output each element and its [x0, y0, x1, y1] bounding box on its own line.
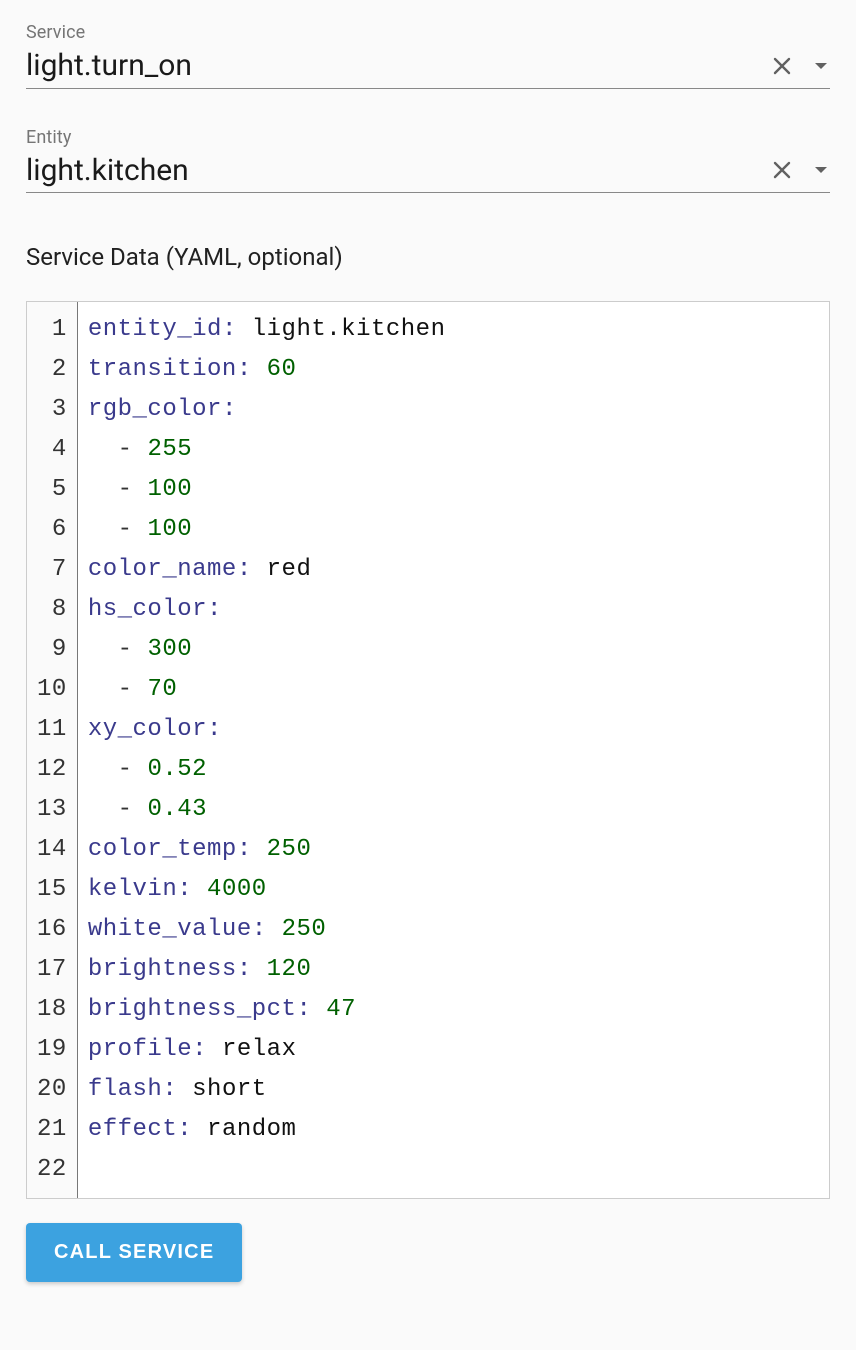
entity-label: Entity: [26, 127, 770, 148]
code-line[interactable]: - 100: [88, 470, 819, 510]
code-line[interactable]: - 300: [88, 630, 819, 670]
line-number: 4: [37, 430, 71, 470]
line-number: 18: [37, 990, 71, 1030]
call-service-button[interactable]: CALL SERVICE: [26, 1223, 242, 1282]
entity-field: Entity: [26, 127, 830, 194]
code-line[interactable]: brightness: 120: [88, 950, 819, 990]
line-number: 12: [37, 750, 71, 790]
line-number: 16: [37, 910, 71, 950]
code-line[interactable]: [88, 1150, 819, 1190]
line-number: 9: [37, 630, 71, 670]
code-line[interactable]: rgb_color:: [88, 390, 819, 430]
code-body[interactable]: entity_id: light.kitchentransition: 60rg…: [78, 302, 829, 1198]
line-number: 20: [37, 1070, 71, 1110]
line-number: 21: [37, 1110, 71, 1150]
code-line[interactable]: transition: 60: [88, 350, 819, 390]
code-line[interactable]: - 0.43: [88, 790, 819, 830]
clear-icon[interactable]: [770, 158, 794, 182]
code-line[interactable]: flash: short: [88, 1070, 819, 1110]
line-number: 11: [37, 710, 71, 750]
clear-icon[interactable]: [770, 54, 794, 78]
code-line[interactable]: entity_id: light.kitchen: [88, 310, 819, 350]
line-number: 2: [37, 350, 71, 390]
code-line[interactable]: xy_color:: [88, 710, 819, 750]
code-line[interactable]: effect: random: [88, 1110, 819, 1150]
code-line[interactable]: - 70: [88, 670, 819, 710]
line-number: 5: [37, 470, 71, 510]
line-number: 1: [37, 310, 71, 350]
code-line[interactable]: kelvin: 4000: [88, 870, 819, 910]
code-line[interactable]: profile: relax: [88, 1030, 819, 1070]
code-line[interactable]: - 255: [88, 430, 819, 470]
service-field: Service: [26, 22, 830, 89]
yaml-editor[interactable]: 12345678910111213141516171819202122 enti…: [26, 301, 830, 1199]
line-number: 14: [37, 830, 71, 870]
entity-input[interactable]: [26, 154, 770, 189]
line-number: 15: [37, 870, 71, 910]
code-line[interactable]: white_value: 250: [88, 910, 819, 950]
dropdown-icon[interactable]: [812, 161, 830, 179]
service-data-label: Service Data (YAML, optional): [26, 243, 830, 271]
code-line[interactable]: - 0.52: [88, 750, 819, 790]
line-number: 22: [37, 1150, 71, 1190]
line-number: 3: [37, 390, 71, 430]
service-input[interactable]: [26, 49, 770, 84]
line-number: 17: [37, 950, 71, 990]
line-gutter: 12345678910111213141516171819202122: [27, 302, 78, 1198]
code-line[interactable]: - 100: [88, 510, 819, 550]
line-number: 19: [37, 1030, 71, 1070]
code-line[interactable]: color_name: red: [88, 550, 819, 590]
code-line[interactable]: brightness_pct: 47: [88, 990, 819, 1030]
line-number: 7: [37, 550, 71, 590]
line-number: 13: [37, 790, 71, 830]
line-number: 8: [37, 590, 71, 630]
line-number: 10: [37, 670, 71, 710]
line-number: 6: [37, 510, 71, 550]
service-label: Service: [26, 22, 770, 43]
dropdown-icon[interactable]: [812, 57, 830, 75]
code-line[interactable]: hs_color:: [88, 590, 819, 630]
code-line[interactable]: color_temp: 250: [88, 830, 819, 870]
